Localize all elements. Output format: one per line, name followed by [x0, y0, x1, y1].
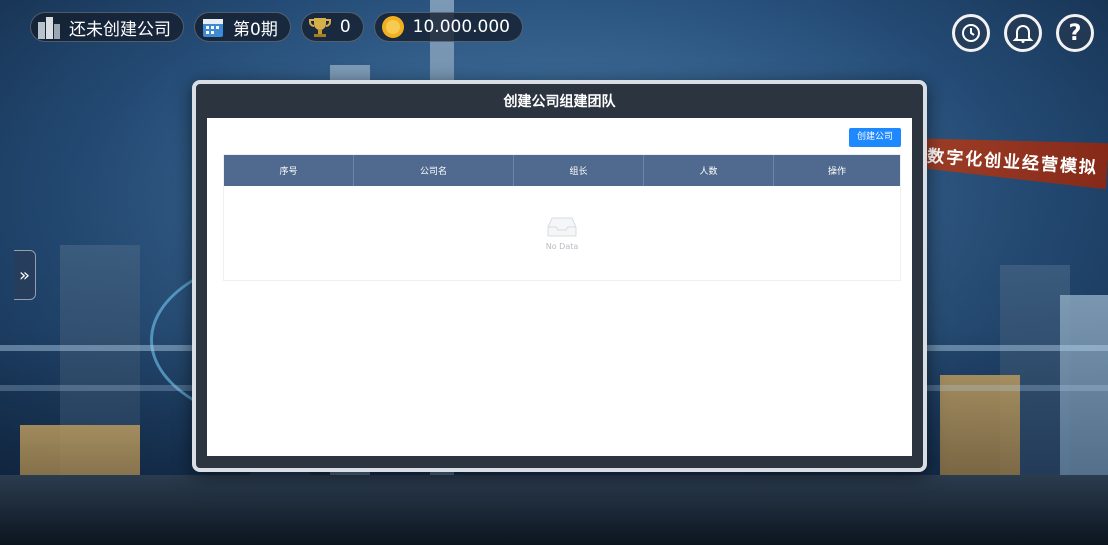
coins-amount: 10.000.000 — [412, 17, 510, 37]
top-right-actions: ? — [952, 14, 1094, 52]
bell-icon — [1012, 25, 1034, 43]
modal-body: 创建公司 序号 公司名 组长 人数 操作 No Data — [207, 118, 912, 456]
create-company-button[interactable]: 创建公司 — [848, 128, 901, 147]
buildings-icon — [35, 13, 63, 41]
help-icon: ? — [1068, 20, 1082, 46]
coins-pill[interactable]: 10.000.000 — [373, 12, 523, 42]
table-header: 序号 公司名 组长 人数 操作 — [224, 155, 900, 186]
column-header-leader: 组长 — [514, 155, 644, 186]
coin-icon — [379, 13, 407, 41]
table-empty-state: No Data — [224, 186, 900, 280]
company-table: 序号 公司名 组长 人数 操作 No Data — [223, 154, 901, 281]
empty-text: No Data — [545, 241, 579, 251]
period-text: 第0期 — [233, 19, 278, 40]
period-pill[interactable]: 第0期 — [194, 12, 291, 42]
modal-title: 创建公司组建团队 — [503, 94, 616, 110]
column-header-index: 序号 — [224, 155, 354, 186]
calendar-icon — [199, 13, 227, 41]
column-header-actions: 操作 — [827, 167, 846, 177]
column-header-member-count: 人数 — [644, 155, 774, 186]
empty-inbox-icon — [547, 217, 577, 236]
column-header-company-name: 公司名 — [354, 155, 514, 186]
trophy-count: 0 — [339, 17, 351, 37]
trophy-icon — [306, 13, 334, 41]
side-panel-toggle[interactable]: » — [14, 250, 36, 300]
company-status-text: 还未创建公司 — [69, 19, 171, 40]
history-button[interactable] — [952, 14, 990, 52]
history-icon — [962, 24, 980, 42]
double-chevron-right-icon: » — [18, 264, 30, 286]
company-status-pill[interactable]: 还未创建公司 — [30, 12, 184, 42]
notifications-button[interactable] — [1004, 14, 1042, 52]
top-status-bar: 还未创建公司 第0期 0 10.000.000 — [30, 12, 523, 42]
trophy-pill[interactable]: 0 — [300, 12, 364, 42]
create-company-modal: 创建公司组建团队 创建公司 序号 公司名 组长 人数 操作 No Data — [192, 80, 927, 472]
help-button[interactable]: ? — [1056, 14, 1094, 52]
